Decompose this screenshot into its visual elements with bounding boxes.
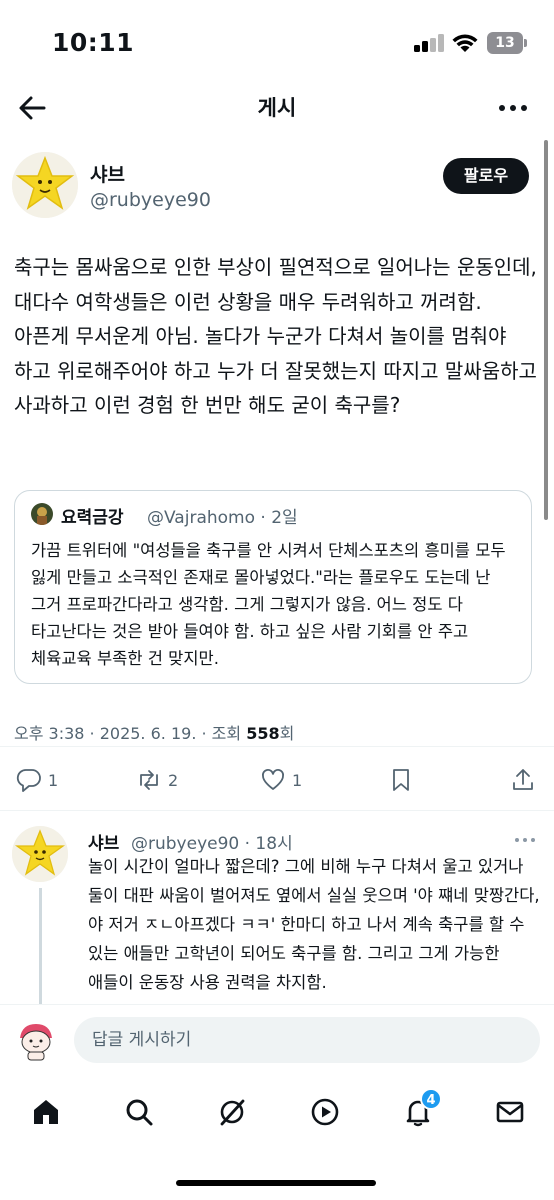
reply-text: 놀이 시간이 얼마나 짧은데? 그에 비해 누구 다쳐서 울고 있거나 둘이 대… (88, 857, 540, 992)
more-horizontal-icon (499, 105, 527, 111)
repost-button[interactable]: 2 (136, 765, 178, 795)
reply-more-button[interactable] (512, 830, 538, 850)
tab-home[interactable] (24, 1090, 68, 1134)
cellular-signal-icon (414, 34, 444, 52)
author-avatar[interactable] (12, 152, 78, 218)
reply-button[interactable]: 1 (16, 765, 58, 795)
mail-icon (496, 1101, 524, 1123)
play-icon (311, 1098, 339, 1126)
reply-input[interactable] (74, 1017, 540, 1063)
battery-level: 13 (487, 32, 523, 54)
reply-avatar[interactable] (12, 826, 68, 882)
post-timestamp: 오후 3:38 · 2025. 6. 19. · 조회 (14, 724, 247, 743)
repost-icon (140, 770, 158, 790)
share-button[interactable] (510, 765, 536, 795)
post-meta: 오후 3:38 · 2025. 6. 19. · 조회 558회 (14, 720, 294, 744)
tab-bar: 4 (0, 1080, 554, 1200)
author-handle[interactable]: @rubyeye90 (90, 189, 211, 211)
views-count[interactable]: 558 (246, 724, 279, 743)
status-bar: 10:11 13 (0, 0, 554, 80)
scrollbar[interactable] (544, 140, 548, 520)
repost-count: 2 (168, 770, 179, 790)
home-icon (34, 1100, 58, 1124)
like-button[interactable]: 1 (260, 765, 302, 795)
notification-badge: 4 (420, 1088, 442, 1110)
reply-icon (16, 769, 41, 792)
header: 게시 (0, 80, 554, 136)
my-avatar (14, 1018, 58, 1062)
status-time: 10:11 (52, 28, 135, 57)
quote-author-name: 요력금강 (61, 508, 124, 528)
more-horizontal-icon (515, 838, 535, 842)
quoted-post[interactable]: 요력금강 @Vajrahomo · 2일 가끔 트위터에 "여성들을 축구를 안… (14, 490, 532, 684)
quote-avatar (31, 503, 53, 525)
grok-icon (220, 1099, 245, 1126)
reply-author-handle[interactable]: @rubyeye90 · 18시 (131, 829, 293, 854)
search-icon (126, 1099, 153, 1126)
more-button[interactable] (496, 94, 530, 122)
battery-icon: 13 (487, 32, 527, 54)
action-bar: 1 2 1 (0, 760, 554, 800)
home-indicator (176, 1180, 376, 1186)
like-count: 1 (292, 770, 303, 790)
tab-search[interactable] (117, 1090, 161, 1134)
quote-author-handle: @Vajrahomo · 2일 (147, 508, 298, 528)
reply-compose-bar (0, 1004, 554, 1080)
tab-messages[interactable] (488, 1090, 532, 1134)
tab-grok[interactable] (210, 1090, 254, 1134)
follow-button[interactable]: 팔로우 (443, 158, 529, 194)
reply-author-name[interactable]: 샤브 (88, 829, 119, 854)
heart-icon (262, 769, 284, 790)
bookmark-button[interactable] (388, 765, 414, 795)
thread-line (39, 888, 42, 1008)
tab-notifications[interactable]: 4 (396, 1088, 442, 1134)
wifi-icon (451, 31, 479, 53)
author-name[interactable]: 샤브 (90, 160, 125, 187)
page-title: 게시 (257, 96, 297, 120)
share-icon (513, 769, 533, 790)
bookmark-icon (393, 769, 409, 791)
divider (0, 746, 554, 747)
quote-text: 가끔 트위터에 "여성들을 축구를 안 시켜서 단체스포츠의 흥미를 모두 잃게… (31, 541, 506, 668)
post-text: 축구는 몸싸움으로 인한 부상이 필연적으로 일어나는 운동인데, 대다수 여학… (14, 255, 537, 417)
divider (0, 810, 554, 811)
reply-count: 1 (48, 770, 59, 790)
views-suffix: 회 (279, 724, 295, 743)
tab-video[interactable] (303, 1090, 347, 1134)
